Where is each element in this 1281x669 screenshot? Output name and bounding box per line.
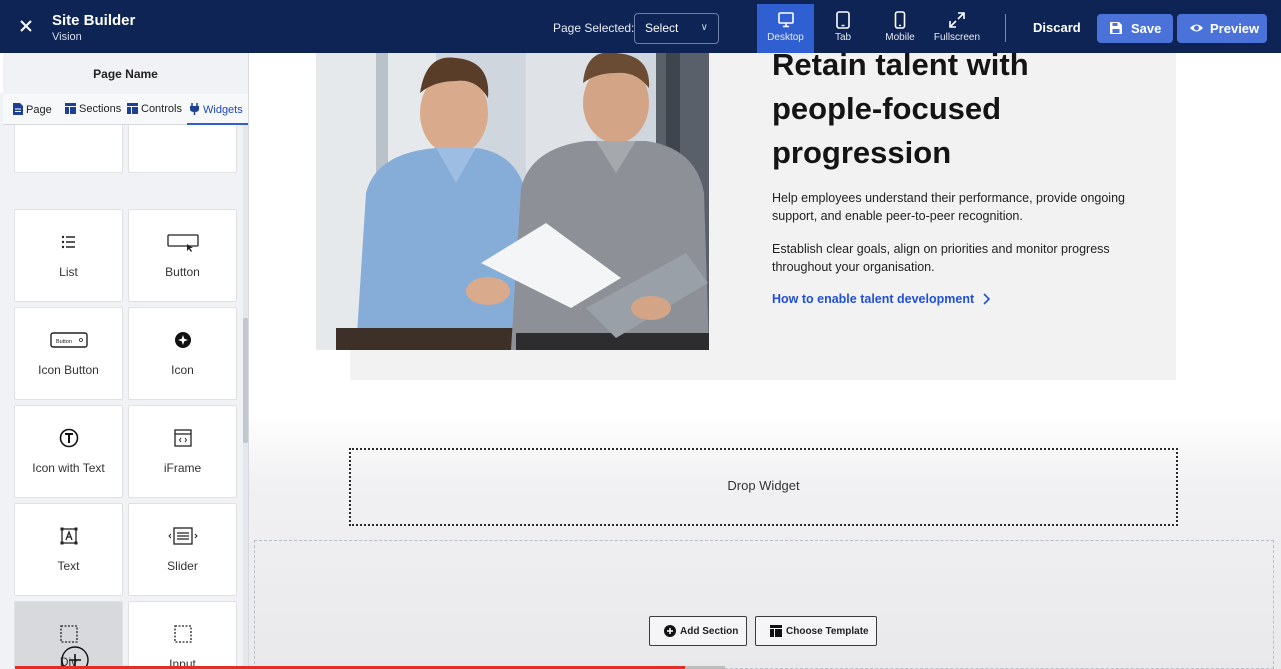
talent-development-link[interactable]: How to enable talent development [772,292,991,306]
widget-tile-icon-button[interactable]: Button Icon Button [14,307,123,400]
device-tab-label: Tab [834,32,852,43]
tab-page[interactable]: Page [13,103,52,116]
widget-label: Slider [167,559,198,573]
slider-icon [168,527,198,545]
add-section-label: Add Section [680,626,739,637]
device-fullscreen-label: Fullscreen [933,32,981,43]
widget-label: Icon with Text [32,461,105,475]
widget-grid: List Button Button Icon Button Icon Icon… [0,125,243,669]
widget-label: Text [57,559,80,573]
page-canvas: Retain talent with people-focused progre… [249,47,1281,669]
save-icon [1110,22,1122,34]
link-label: How to enable talent development [772,292,975,306]
widget-tile-icon-with-text[interactable]: Icon with Text [14,405,123,498]
add-circle-icon [664,625,676,637]
tab-controls[interactable]: Controls [127,103,182,115]
toolbar-divider [1005,14,1006,42]
hero-photo [316,53,709,350]
widget-label: Button [165,265,200,279]
page-select-dropdown[interactable]: Select ∨ [634,13,719,44]
widget-tile-div[interactable]: Div [14,601,123,669]
hero-paragraph-1: Help employees understand their performa… [772,191,1125,223]
input-icon [174,625,192,643]
widget-label: iFrame [163,461,202,475]
widget-tile-list[interactable]: List [14,209,123,302]
close-icon[interactable] [14,14,38,38]
tab-widgets-label: Widgets [203,104,243,116]
text-circle-icon [59,428,79,448]
preview-button[interactable]: Preview [1177,14,1267,43]
add-section-button[interactable]: Add Section [649,616,747,646]
fullscreen-icon [949,12,965,28]
mobile-icon [894,11,906,29]
widget-label: Icon [171,363,194,377]
preview-label: Preview [1210,21,1260,36]
choose-template-label: Choose Template [786,626,869,637]
chevron-right-icon [983,293,990,305]
choose-template-button[interactable]: Choose Template [755,616,877,646]
device-mobile-label: Mobile [885,32,915,43]
page-select-value: Select [645,21,679,35]
discard-button[interactable]: Discard [1033,20,1081,35]
iframe-icon [174,429,192,447]
eye-icon [1190,24,1203,32]
button-icon [167,234,199,252]
tablet-icon [836,11,850,29]
panel-title: Page Name [0,53,248,93]
hero-paragraph-2: Establish clear goals, align on prioriti… [772,242,1110,274]
layout-icon [65,103,76,114]
text-box-icon [60,527,78,545]
tab-sections[interactable]: Sections [65,103,121,115]
tab-sections-label: Sections [79,103,122,115]
icon-icon [175,332,191,348]
div-icon [60,625,78,643]
plug-icon [190,103,199,115]
widgets-panel: Page Name Page Sections Controls Widgets… [0,53,249,669]
chevron-down-icon: ∨ [700,22,708,33]
tab-page-label: Page [26,104,52,116]
widget-tile-icon[interactable]: Icon [128,307,237,400]
widget-tile-text[interactable]: Text [14,503,123,596]
layout-icon [127,103,138,114]
widget-tile-partial[interactable] [128,125,237,173]
widget-tile-partial[interactable] [14,125,123,173]
widget-tile-iframe[interactable]: iFrame [128,405,237,498]
widget-label: Icon Button [38,363,99,377]
app-subtitle: Vision [52,31,82,43]
icon-button-inner-text: Button [56,339,72,345]
template-icon [770,625,782,637]
drop-widget-label: Drop Widget [727,478,800,493]
page-selected-label: Page Selected: [553,21,635,35]
save-label: Save [1131,21,1162,36]
document-icon [13,103,23,115]
two-men-office-photo [316,53,709,350]
widget-tile-input[interactable]: Input [128,601,237,669]
monitor-icon [777,12,794,28]
device-desktop-label: Desktop [767,32,804,43]
app-title: Site Builder [52,12,136,29]
panel-tabs: Page Sections Controls Widgets [3,94,248,125]
widget-tile-button[interactable]: Button [128,209,237,302]
icon-button-icon: Button [50,332,88,348]
list-icon [61,235,75,249]
tab-controls-label: Controls [141,103,182,115]
hero-headline: Retain talent with people-focused progre… [772,47,1029,170]
drop-widget-zone[interactable]: Drop Widget [349,448,1178,526]
widget-tile-slider[interactable]: Slider [128,503,237,596]
tab-widgets[interactable]: Widgets [189,103,243,116]
save-button[interactable]: Save [1097,14,1173,43]
panel-scrollbar-thumb[interactable] [243,318,248,443]
empty-section-area[interactable] [254,540,1274,669]
widget-label: List [59,265,78,279]
